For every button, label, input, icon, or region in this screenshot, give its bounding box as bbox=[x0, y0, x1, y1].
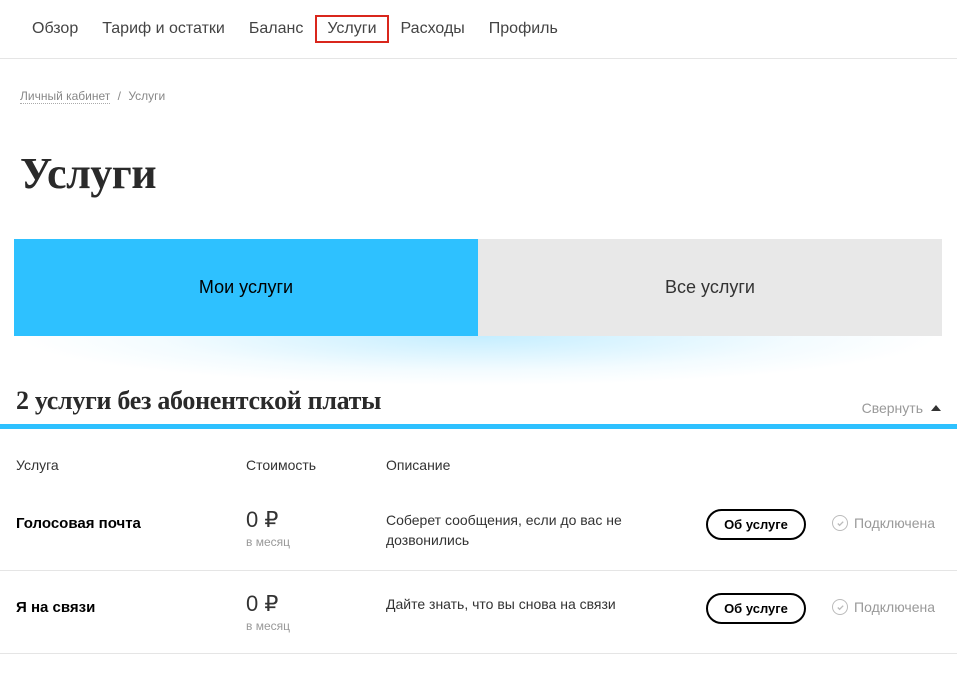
status-label: Подключена bbox=[854, 515, 935, 531]
service-action: Об услуге bbox=[696, 507, 816, 540]
breadcrumb-home-link[interactable]: Личный кабинет bbox=[20, 89, 110, 104]
col-header-status bbox=[816, 457, 941, 473]
col-header-cost: Стоимость bbox=[246, 457, 386, 473]
service-cost: 0 ₽ в месяц bbox=[246, 591, 386, 633]
status-label: Подключена bbox=[854, 599, 935, 615]
nav-services[interactable]: Услуги bbox=[315, 15, 388, 43]
collapse-label: Свернуть bbox=[862, 400, 923, 416]
service-tabs: Мои услуги Все услуги bbox=[14, 239, 942, 336]
breadcrumb-separator: / bbox=[118, 89, 121, 103]
col-header-service: Услуга bbox=[16, 457, 246, 473]
tab-my-services[interactable]: Мои услуги bbox=[14, 239, 478, 336]
tab-glow bbox=[14, 336, 943, 386]
top-navigation: Обзор Тариф и остатки Баланс Услуги Расх… bbox=[0, 0, 957, 59]
nav-balance[interactable]: Баланс bbox=[237, 15, 315, 43]
check-circle-icon bbox=[832, 515, 848, 531]
breadcrumb: Личный кабинет / Услуги bbox=[0, 59, 957, 113]
about-service-button[interactable]: Об услуге bbox=[706, 593, 806, 624]
service-name: Я на связи bbox=[16, 591, 246, 616]
nav-overview[interactable]: Обзор bbox=[20, 15, 90, 43]
about-service-button[interactable]: Об услуге bbox=[706, 509, 806, 540]
service-status: Подключена bbox=[816, 591, 941, 615]
collapse-toggle[interactable]: Свернуть bbox=[862, 400, 941, 416]
nav-expenses[interactable]: Расходы bbox=[389, 15, 477, 43]
service-name: Голосовая почта bbox=[16, 507, 246, 532]
chevron-up-icon bbox=[931, 405, 941, 411]
service-status: Подключена bbox=[816, 507, 941, 531]
table-header: Услуга Стоимость Описание bbox=[0, 429, 957, 487]
page-title: Услуги bbox=[0, 113, 957, 239]
col-header-desc: Описание bbox=[386, 457, 696, 473]
service-description: Дайте знать, что вы снова на связи bbox=[386, 591, 696, 615]
service-row: Я на связи 0 ₽ в месяц Дайте знать, что … bbox=[0, 571, 957, 654]
service-description: Соберет сообщения, если до вас не дозвон… bbox=[386, 507, 696, 550]
cost-period: в месяц bbox=[246, 535, 386, 549]
cost-period: в месяц bbox=[246, 619, 386, 633]
check-circle-icon bbox=[832, 599, 848, 615]
tab-all-services[interactable]: Все услуги bbox=[478, 239, 942, 336]
col-header-action bbox=[696, 457, 816, 473]
service-row: Голосовая почта 0 ₽ в месяц Соберет сооб… bbox=[0, 487, 957, 571]
nav-tariff[interactable]: Тариф и остатки bbox=[90, 15, 237, 43]
cost-value: 0 ₽ bbox=[246, 507, 386, 533]
cost-value: 0 ₽ bbox=[246, 591, 386, 617]
section-header: 2 услуги без абонентской платы Свернуть bbox=[0, 386, 957, 429]
section-title: 2 услуги без абонентской платы bbox=[16, 386, 381, 416]
service-cost: 0 ₽ в месяц bbox=[246, 507, 386, 549]
nav-profile[interactable]: Профиль bbox=[477, 15, 570, 43]
breadcrumb-current: Услуги bbox=[128, 89, 165, 103]
service-action: Об услуге bbox=[696, 591, 816, 624]
